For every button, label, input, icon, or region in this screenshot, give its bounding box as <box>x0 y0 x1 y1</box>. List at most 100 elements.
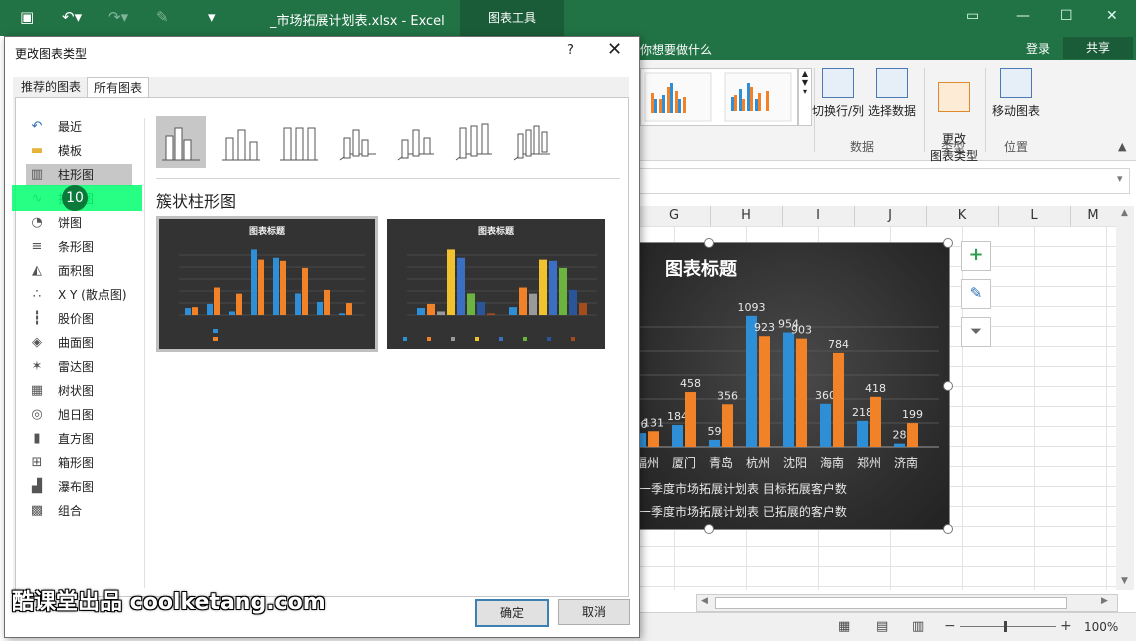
chart-category-item[interactable]: ⊞ 箱形图 <box>26 452 132 474</box>
chart-category-item[interactable]: ↶ 最近 <box>26 116 132 138</box>
separator <box>144 118 145 588</box>
column-header[interactable]: I <box>782 206 855 226</box>
data-label: 28 <box>893 429 907 442</box>
resize-handle[interactable] <box>704 238 714 248</box>
login-link[interactable]: 登录 <box>1026 40 1050 57</box>
scroll-down-icon[interactable]: ▼ <box>1121 576 1128 586</box>
switch-row-column-icon <box>822 68 854 98</box>
data-label: 184 <box>667 410 688 423</box>
share-button[interactable]: 共享 <box>1063 37 1133 59</box>
dialog-close-button[interactable]: ✕ <box>607 39 622 60</box>
chart-category-label: 面积图 <box>58 264 95 278</box>
subtype-stacked-column[interactable] <box>216 116 266 168</box>
move-chart-button[interactable]: 移动图表 <box>988 68 1044 119</box>
column-header[interactable]: M <box>1070 206 1116 226</box>
subtype-clustered-column[interactable] <box>156 116 206 168</box>
chart-category-item[interactable]: ∴ X Y (散点图) <box>26 284 132 306</box>
ribbon-display-icon[interactable]: ▭ <box>966 8 979 24</box>
help-button[interactable]: ? <box>567 43 574 58</box>
chart-category-item[interactable]: ◎ 旭日图 <box>26 404 132 426</box>
horizontal-scrollbar[interactable]: ◀ ▶ <box>696 594 1118 612</box>
switch-row-column-button[interactable]: 切换行/列 <box>810 68 866 119</box>
data-label: 903 <box>791 324 812 337</box>
subtype-3d-column[interactable] <box>506 116 556 168</box>
chart-styles-gallery[interactable] <box>640 68 798 126</box>
formula-bar[interactable]: ▾ <box>638 168 1130 194</box>
chart-category-item[interactable]: ▩ 组合 <box>26 500 132 522</box>
zoom-level[interactable]: 100% <box>1084 620 1118 634</box>
page-layout-icon[interactable]: ▤ <box>876 619 888 634</box>
chart-category-item[interactable]: ▮ 直方图 <box>26 428 132 450</box>
column-header[interactable]: K <box>926 206 999 226</box>
scroll-right-icon[interactable]: ▶ <box>1101 596 1108 606</box>
chart-category-item[interactable]: ◈ 曲面图 <box>26 332 132 354</box>
recent-icon: ↶ <box>31 119 43 134</box>
normal-view-icon[interactable]: ▦ <box>838 619 850 634</box>
preview-option-2[interactable]: 图表标题 <box>384 216 608 352</box>
resize-handle[interactable] <box>704 524 714 534</box>
chart-category-item[interactable]: ▥ 柱形图 <box>26 164 132 186</box>
column-header[interactable]: J <box>854 206 927 226</box>
data-label: 199 <box>902 408 923 421</box>
zoom-slider-thumb[interactable] <box>1004 621 1007 632</box>
zoom-in-icon[interactable]: + <box>1060 618 1072 634</box>
zoom-slider[interactable] <box>960 626 1056 627</box>
scroll-left-icon[interactable]: ◀ <box>701 596 708 606</box>
tab-all-charts[interactable]: 所有图表 <box>87 77 150 99</box>
page-break-icon[interactable]: ▥ <box>912 619 924 634</box>
bar <box>185 308 191 315</box>
chart-style-thumbnails <box>644 72 792 122</box>
redo-icon[interactable]: ↷▾ <box>108 8 128 26</box>
scatter-chart-icon: ∴ <box>32 287 42 302</box>
column-header[interactable]: H <box>710 206 783 226</box>
preview-chart-1 <box>179 249 365 341</box>
chart-elements-button[interactable]: + <box>961 241 991 271</box>
excel-title-bar: ▣ ↶▾ ↷▾ ✎ ▾ _市场拓展计划表.xlsx - Excel 图表工具 ▭… <box>0 0 1136 36</box>
3d-clustered-column-icon <box>339 129 376 161</box>
save-icon[interactable]: ▣ <box>20 8 34 26</box>
scroll-up-icon[interactable]: ▲ <box>1121 208 1128 218</box>
resize-handle[interactable] <box>943 381 953 391</box>
chart-category-item[interactable]: ◭ 面积图 <box>26 260 132 282</box>
zoom-out-icon[interactable]: − <box>944 618 956 634</box>
chart-category-item[interactable]: ┇ 股价图 <box>26 308 132 330</box>
embedded-chart[interactable]: 图表标题 16131福州184458厦门59356青岛1093923杭州9549… <box>638 242 950 530</box>
format-painter-icon[interactable]: ✎ <box>156 8 169 26</box>
ok-button[interactable]: 确定 <box>475 599 549 627</box>
cancel-button[interactable]: 取消 <box>558 599 630 625</box>
chart-category-item[interactable]: ≡ 条形图 <box>26 236 132 258</box>
customize-qat-icon[interactable]: ▾ <box>208 8 216 26</box>
chart-category-item[interactable]: ▟ 瀑布图 <box>26 476 132 498</box>
chart-filters-button[interactable]: ⏷ <box>961 317 991 347</box>
maximize-icon[interactable]: ☐ <box>1060 8 1073 24</box>
chart-category-item[interactable]: ◔ 饼图 <box>26 212 132 234</box>
subtype-100-stacked-column[interactable] <box>274 116 324 168</box>
subtype-3d-clustered-column[interactable] <box>332 116 382 168</box>
vertical-scrollbar[interactable]: ▲ ▼ <box>1116 206 1134 590</box>
chart-styles-button[interactable]: ✎ <box>961 279 991 309</box>
bar <box>539 259 547 315</box>
close-window-icon[interactable]: ✕ <box>1106 8 1118 24</box>
location-group-label: 位置 <box>1004 140 1029 154</box>
minimize-icon[interactable]: — <box>1016 8 1030 24</box>
bar <box>709 439 720 447</box>
type-group-label: 类型 <box>941 140 966 154</box>
tab-recommended-charts[interactable]: 推荐的图表 <box>15 77 87 97</box>
legend-swatch <box>451 337 455 341</box>
subtype-3d-100-stacked-column[interactable] <box>448 116 498 168</box>
preview-option-1[interactable]: 图表标题 <box>156 216 378 352</box>
expand-formula-icon[interactable]: ▾ <box>1117 172 1123 185</box>
resize-handle[interactable] <box>943 524 953 534</box>
chart-category-item[interactable]: ▦ 树状图 <box>26 380 132 402</box>
chart-category-item[interactable]: ✶ 雷达图 <box>26 356 132 378</box>
scroll-thumb[interactable] <box>715 597 1067 609</box>
chart-category-item[interactable]: ▬ 模板 <box>26 140 132 162</box>
column-header[interactable]: G <box>638 206 711 226</box>
select-data-button[interactable]: 选择数据 <box>866 68 918 119</box>
collapse-ribbon-icon[interactable]: ▲ <box>1118 140 1126 153</box>
resize-handle[interactable] <box>943 238 953 248</box>
undo-icon[interactable]: ↶▾ <box>62 8 82 26</box>
column-header[interactable]: L <box>998 206 1071 226</box>
subtype-3d-stacked-column[interactable] <box>390 116 440 168</box>
tell-me-box[interactable]: 你想要做什么 <box>640 41 712 58</box>
